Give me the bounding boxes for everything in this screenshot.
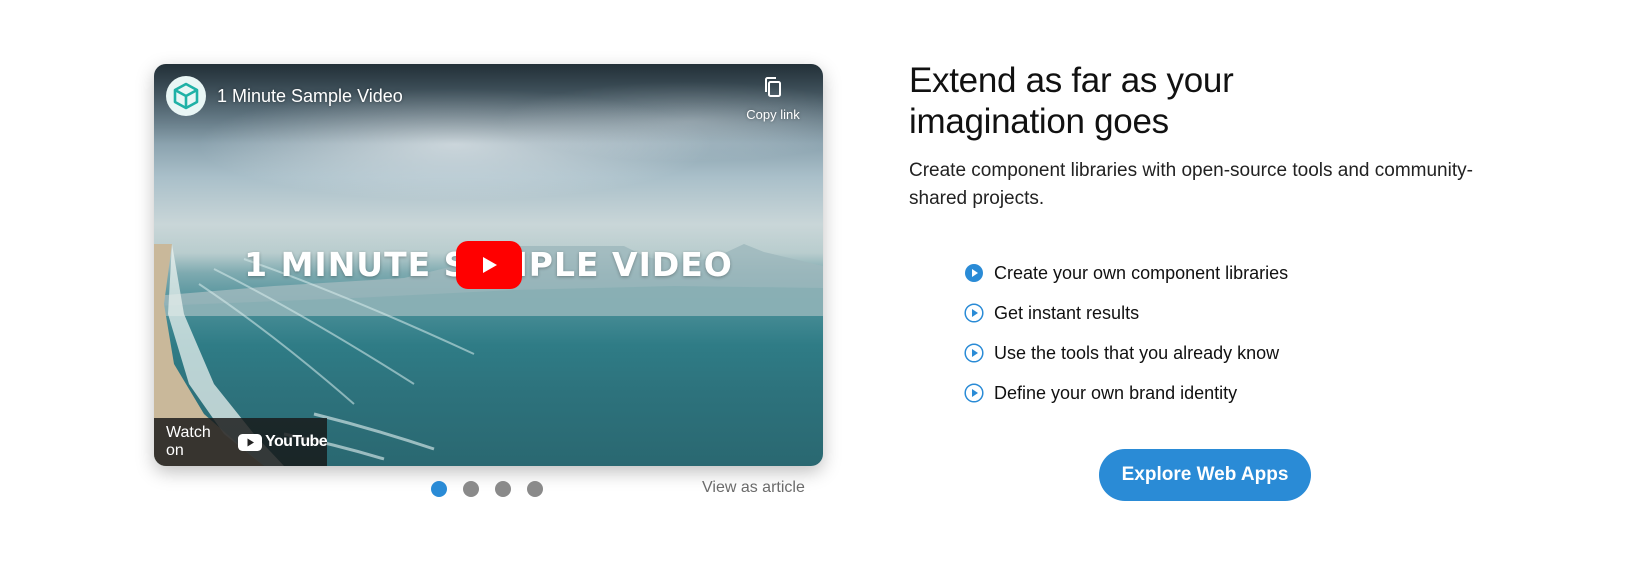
play-circle-outline-icon bbox=[964, 343, 984, 363]
watch-on-youtube-link[interactable]: Watch on YouTube bbox=[154, 418, 328, 466]
youtube-logo: YouTube bbox=[238, 433, 328, 451]
section-heading: Extend as far as your imagination goes bbox=[909, 60, 1469, 142]
carousel-dot-1[interactable] bbox=[431, 481, 447, 497]
feature-label: Use the tools that you already know bbox=[994, 342, 1280, 363]
heading-line-1: Extend as far as your bbox=[909, 61, 1234, 100]
section-description: Create component libraries with open-sou… bbox=[909, 160, 1473, 209]
feature-list: Create your own component libraries Get … bbox=[964, 253, 1288, 413]
play-circle-outline-icon bbox=[964, 383, 984, 403]
feature-label: Create your own component libraries bbox=[994, 262, 1289, 283]
youtube-wordmark: YouTube bbox=[265, 433, 327, 450]
youtube-logo-icon bbox=[238, 433, 263, 451]
video-player[interactable]: 1 Minute Sample Video Copy link 1 MINUTE… bbox=[154, 64, 823, 466]
feature-item: Create your own component libraries bbox=[964, 253, 1288, 293]
youtube-play-button[interactable] bbox=[456, 241, 522, 289]
feature-item: Use the tools that you already know bbox=[964, 333, 1288, 373]
youtube-play-icon bbox=[483, 257, 497, 273]
copy-link-button[interactable]: Copy link bbox=[743, 76, 803, 122]
video-title[interactable]: 1 Minute Sample Video bbox=[217, 86, 403, 107]
heading-line-2: imagination goes bbox=[909, 102, 1169, 141]
watch-on-label: Watch on bbox=[166, 424, 211, 459]
feature-label: Define your own brand identity bbox=[994, 382, 1238, 403]
carousel-dots bbox=[431, 481, 543, 497]
cube-logo-icon[interactable] bbox=[166, 76, 206, 116]
play-circle-filled-icon bbox=[965, 264, 983, 282]
feature-label: Get instant results bbox=[994, 302, 1140, 323]
explore-web-apps-button[interactable]: Explore Web Apps bbox=[1099, 449, 1311, 501]
carousel-dot-3[interactable] bbox=[495, 481, 511, 497]
copy-link-label: Copy link bbox=[746, 107, 800, 122]
copy-icon bbox=[765, 77, 781, 97]
carousel-dot-4[interactable] bbox=[527, 481, 543, 497]
play-circle-outline-icon bbox=[964, 303, 984, 323]
view-as-article-link[interactable]: View as article bbox=[702, 479, 805, 497]
feature-item: Define your own brand identity bbox=[964, 373, 1288, 413]
carousel-dot-2[interactable] bbox=[463, 481, 479, 497]
feature-item: Get instant results bbox=[964, 293, 1288, 333]
